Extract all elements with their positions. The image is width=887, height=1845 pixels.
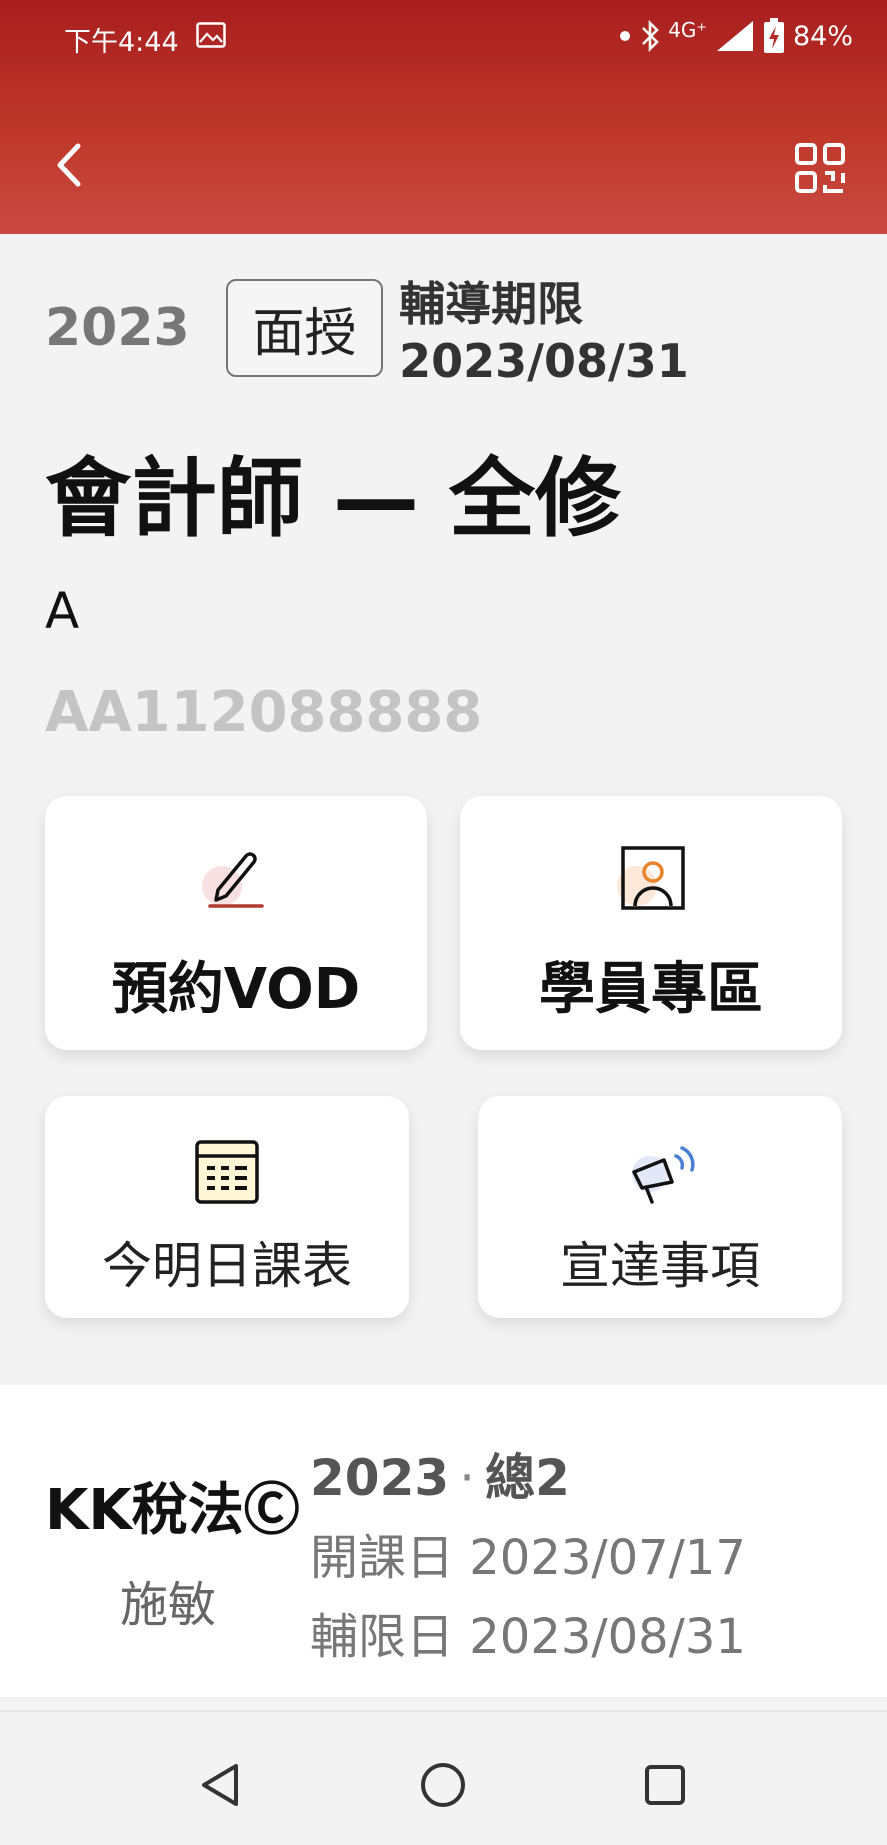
app-header: 下午4:44 4G⁺ 84% xyxy=(0,0,887,234)
separator-dot: · xyxy=(459,1449,476,1507)
nav-back-button[interactable] xyxy=(196,1760,246,1810)
class-number: 總2 xyxy=(485,1449,570,1507)
image-notification-icon xyxy=(196,22,226,48)
course-year: 2023 xyxy=(45,298,190,358)
status-right-group: 4G⁺ 84% xyxy=(618,18,853,54)
circle-home-icon xyxy=(421,1763,465,1807)
calendar-icon xyxy=(187,1132,267,1212)
network-type: 4G⁺ xyxy=(668,18,707,42)
user-portrait-icon xyxy=(611,840,691,920)
subject-name: KK稅法Ⓒ xyxy=(45,1478,300,1543)
class-end-date: 輔限日 2023/08/31 xyxy=(310,1609,746,1665)
schedule-label: 今明日課表 xyxy=(102,1237,352,1295)
schedule-card[interactable]: 今明日課表 xyxy=(45,1096,409,1318)
megaphone-icon xyxy=(620,1132,700,1212)
battery-percent: 84% xyxy=(792,20,853,52)
announcements-card[interactable]: 宣達事項 xyxy=(478,1096,842,1318)
class-year-number: 2023 · 總2 xyxy=(310,1438,570,1510)
square-recents-icon xyxy=(645,1765,685,1805)
pencil-icon xyxy=(196,840,276,920)
system-nav-bar xyxy=(0,1710,887,1845)
chevron-left-icon xyxy=(57,143,81,187)
vod-booking-card[interactable]: 預約VOD xyxy=(45,796,427,1050)
announcements-label: 宣達事項 xyxy=(560,1237,760,1295)
qr-code-button[interactable] xyxy=(794,142,846,194)
battery-icon xyxy=(763,18,784,53)
mode-badge: 面授 xyxy=(225,279,384,377)
student-id: AA112088888 xyxy=(45,680,483,745)
bluetooth-icon xyxy=(642,19,660,53)
class-start-date: 開課日 2023/07/17 xyxy=(310,1530,746,1586)
signal-icon xyxy=(716,21,753,51)
back-button[interactable] xyxy=(48,140,88,190)
student-zone-label: 學員專區 xyxy=(539,957,763,1022)
vod-booking-label: 預約VOD xyxy=(111,957,361,1022)
coaching-deadline: 輔導期限 2023/08/31 xyxy=(399,277,689,388)
nav-home-button[interactable] xyxy=(418,1760,468,1810)
qr-code-icon xyxy=(795,143,845,193)
dot-indicator-icon xyxy=(620,31,631,41)
nav-recents-button[interactable] xyxy=(640,1760,690,1810)
teacher-name: 施敏 xyxy=(120,1577,217,1633)
class-year: 2023 xyxy=(310,1449,450,1507)
status-bar: 下午4:44 4G⁺ 84% xyxy=(0,0,887,76)
status-time: 下午4:44 xyxy=(64,27,179,58)
student-zone-card[interactable]: 學員專區 xyxy=(460,796,842,1050)
student-name: A xyxy=(45,582,80,640)
triangle-back-icon xyxy=(202,1764,238,1806)
course-title: 會計師 — 全修 xyxy=(45,449,621,549)
course-meta-row: 2023 面授 輔導期限 2023/08/31 xyxy=(45,277,887,388)
